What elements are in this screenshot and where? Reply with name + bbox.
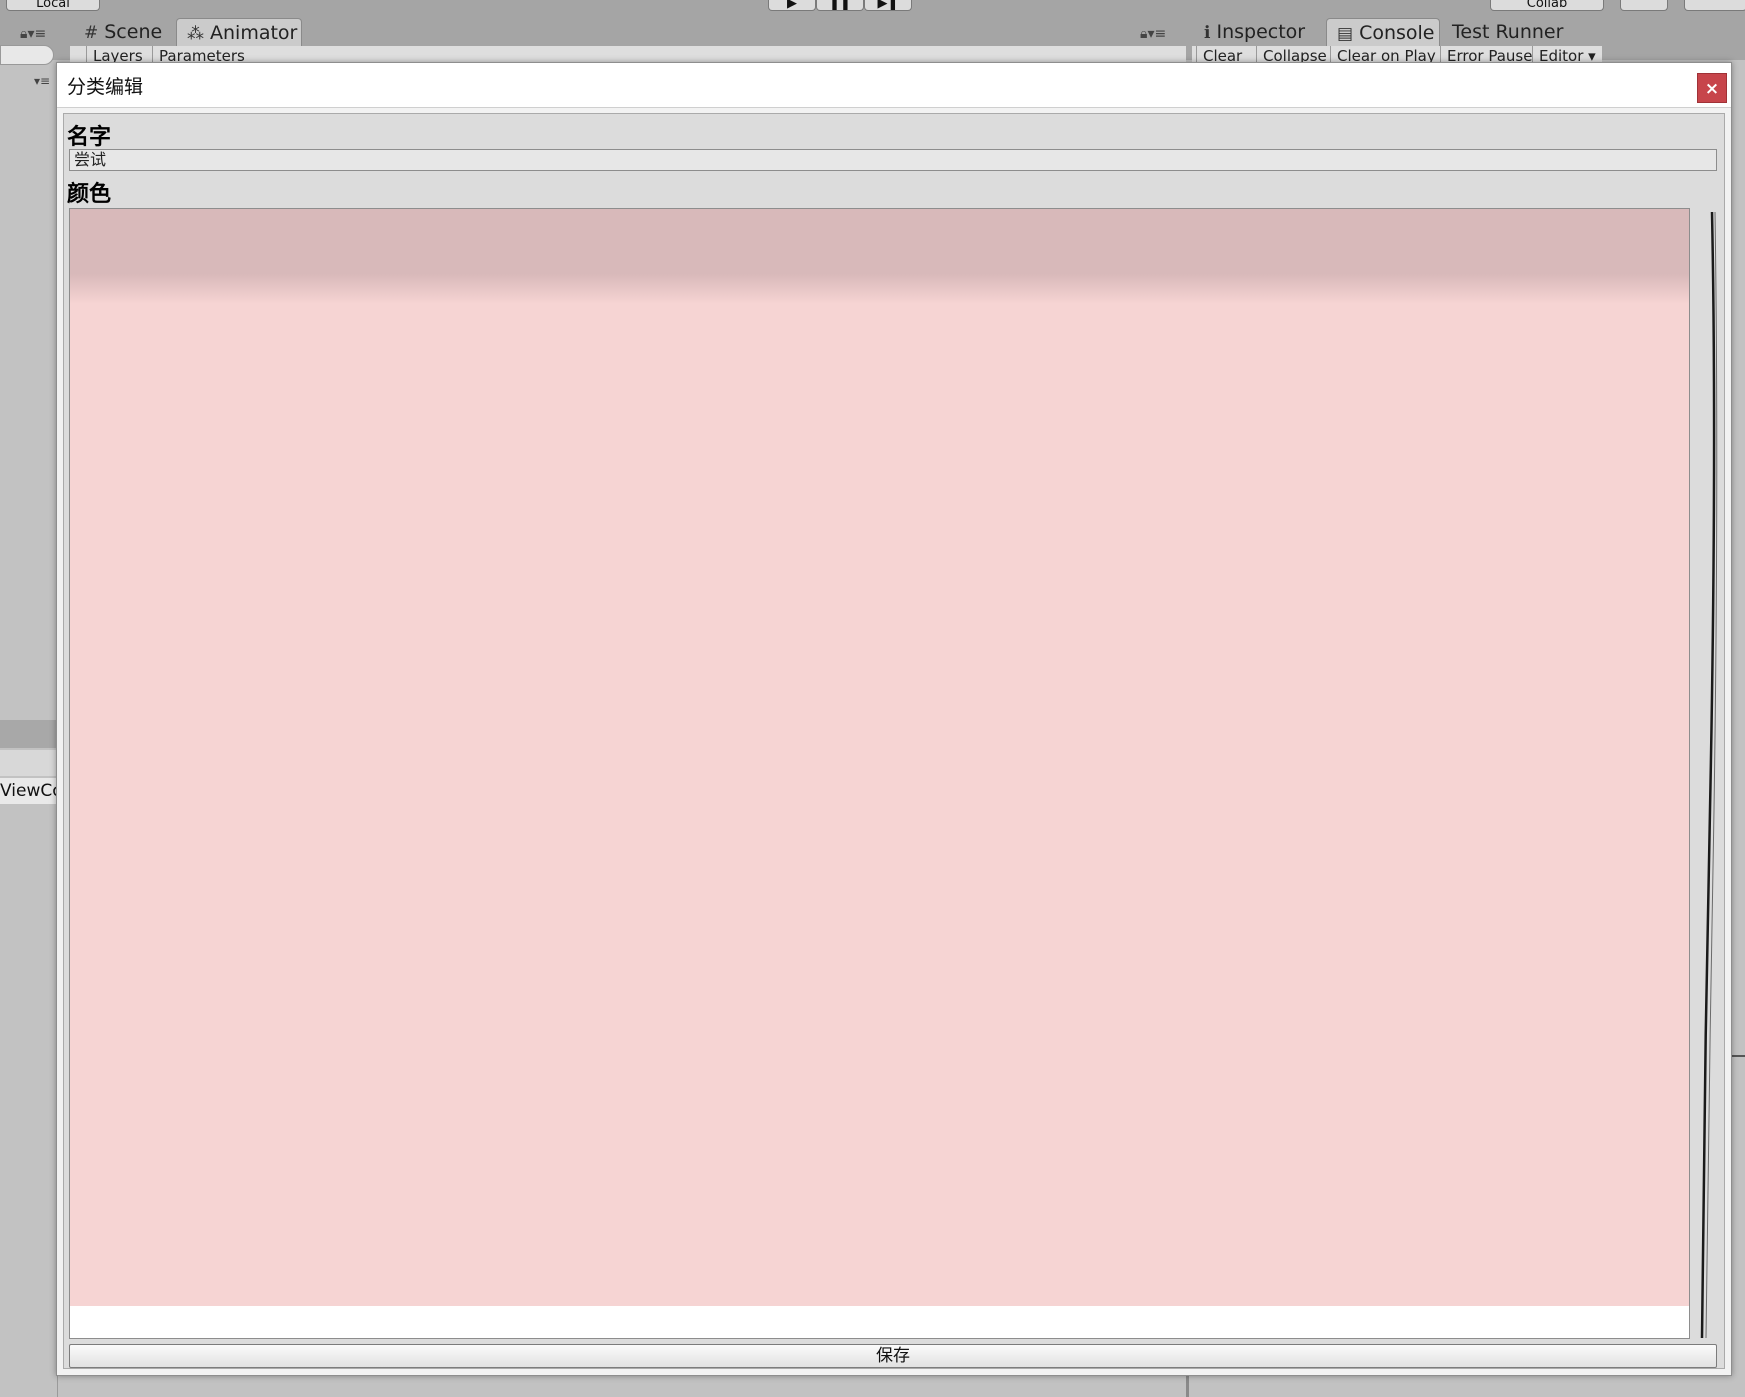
tab-console[interactable]: ▤ Console: [1326, 18, 1440, 46]
tab-inspector[interactable]: ℹ Inspector: [1194, 18, 1330, 46]
info-icon: ℹ: [1204, 23, 1211, 43]
collab-label: Collab: [1526, 0, 1568, 11]
collab-button[interactable]: Collab: [1490, 0, 1604, 11]
close-icon: ×: [1704, 79, 1720, 99]
panel-divider: [1732, 1055, 1745, 1057]
console-icon: ▤: [1337, 24, 1354, 44]
console-collapse-label: Collapse: [1263, 47, 1327, 62]
tab-animator[interactable]: ⁂ Animator: [176, 18, 302, 46]
tab-scene-label: Scene: [104, 21, 163, 43]
panel-divider: [1186, 1376, 1189, 1397]
parameters-label: Parameters: [159, 47, 245, 62]
hierarchy-item[interactable]: ViewCo: [0, 778, 57, 804]
hierarchy-header: [0, 750, 57, 776]
color-field[interactable]: [69, 208, 1690, 1339]
account-menu-button[interactable]: [1684, 0, 1745, 11]
tab-scene[interactable]: # Scene: [74, 18, 164, 46]
hierarchy-separator: [0, 720, 57, 748]
tab-test-runner[interactable]: Test Runner: [1442, 18, 1572, 46]
console-error-pause-label: Error Pause: [1447, 47, 1532, 62]
grid-icon: #: [84, 23, 99, 43]
animator-icon: ⁂: [187, 24, 204, 44]
name-input[interactable]: 尝试: [69, 149, 1717, 171]
step-button[interactable]: ▶❚: [864, 0, 912, 11]
parameters-tab[interactable]: Parameters: [152, 46, 248, 62]
tab-inspector-label: Inspector: [1216, 21, 1306, 43]
save-button[interactable]: 保存: [69, 1344, 1717, 1368]
account-button[interactable]: Local: [6, 0, 100, 11]
console-editor-label: Editor: [1539, 47, 1584, 62]
lock-menu-icon[interactable]: 🔒︎▾≡: [1140, 26, 1166, 42]
dialog-titlebar[interactable]: 分类编辑 ×: [57, 63, 1731, 108]
cloud-button[interactable]: [1620, 0, 1668, 11]
name-label: 名字: [67, 125, 112, 150]
layers-tab[interactable]: Layers: [86, 46, 150, 62]
vertical-scrollbar[interactable]: [1694, 210, 1720, 1340]
console-collapse-button[interactable]: Collapse: [1256, 46, 1330, 62]
save-label: 保存: [876, 1346, 910, 1366]
play-button[interactable]: ▶: [768, 0, 816, 11]
close-button[interactable]: ×: [1697, 73, 1727, 103]
hierarchy-search-input[interactable]: [0, 45, 54, 65]
pause-button[interactable]: ❚❚: [816, 0, 864, 11]
hierarchy-item-label: ViewCo: [0, 781, 57, 801]
dialog-title: 分类编辑: [67, 76, 144, 98]
tab-animator-label: Animator: [210, 22, 298, 44]
dialog-body: 名字 尝试 颜色 保存: [63, 113, 1725, 1369]
layers-label: Layers: [93, 47, 143, 62]
console-editor-dropdown[interactable]: Editor ▾: [1532, 46, 1602, 62]
color-label: 颜色: [67, 182, 112, 207]
lock-menu-icon[interactable]: 🔒︎▾≡: [20, 26, 46, 42]
console-clear-on-play-button[interactable]: Clear on Play: [1330, 46, 1440, 62]
chevron-down-icon: ▾: [1583, 47, 1596, 62]
tab-console-label: Console: [1359, 22, 1435, 44]
color-swatch[interactable]: [70, 209, 1689, 1306]
console-error-pause-button[interactable]: Error Pause: [1440, 46, 1532, 62]
console-clear-button[interactable]: Clear: [1196, 46, 1252, 62]
tab-test-runner-label: Test Runner: [1452, 21, 1564, 43]
account-label: Local: [36, 0, 70, 11]
console-clear-on-play-label: Clear on Play: [1337, 47, 1436, 62]
console-clear-label: Clear: [1203, 47, 1243, 62]
category-edit-dialog: 分类编辑 × 名字 尝试 颜色 保存: [56, 62, 1732, 1376]
hierarchy-menu-icon[interactable]: ▾≡: [34, 74, 50, 88]
